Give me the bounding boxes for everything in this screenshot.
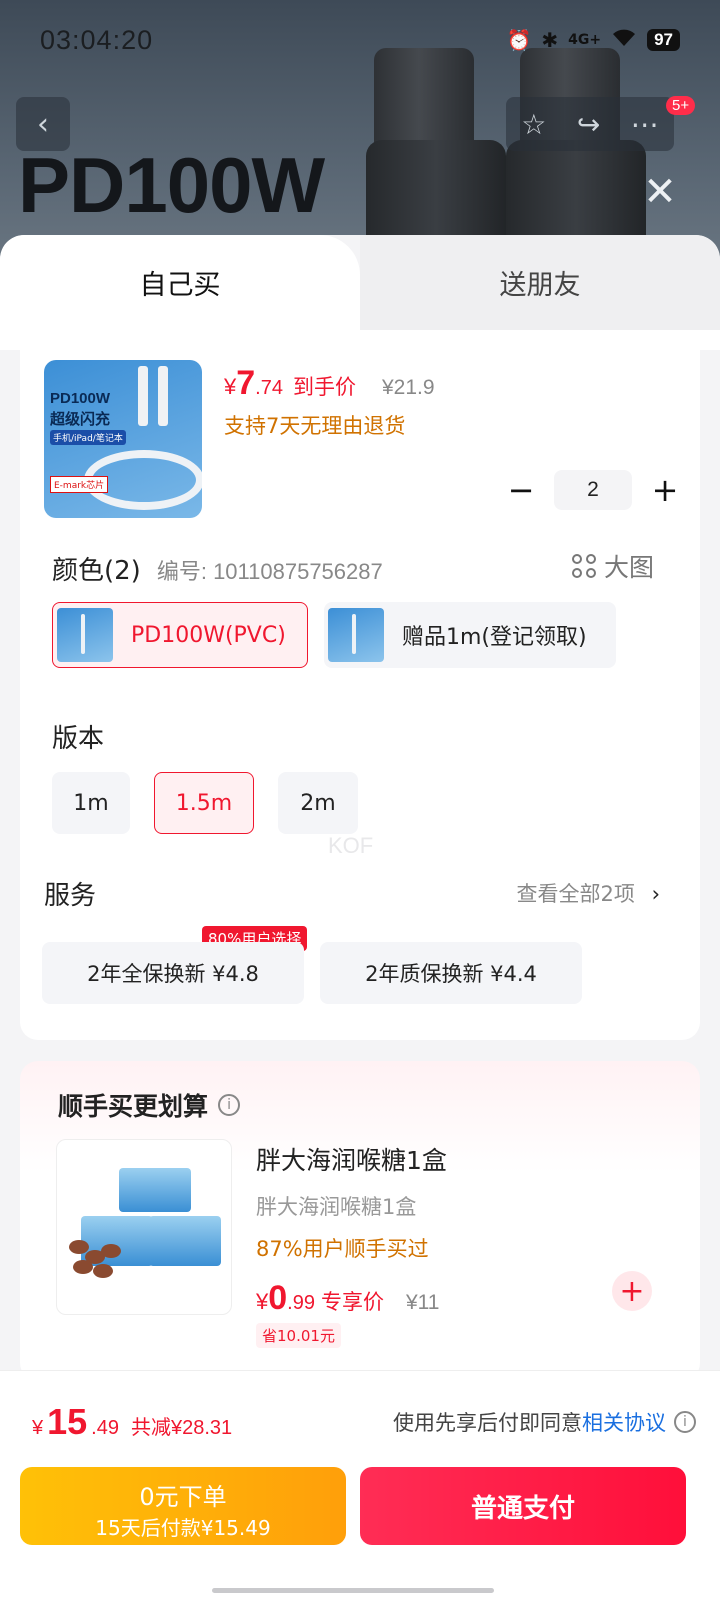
plus-icon: + [619,1273,645,1309]
sku-card: PD100W 超级闪充 手机/iPad/笔记本 E-mark芯片 ¥7.74 到… [20,330,700,1040]
pay-now-button[interactable]: 普通支付 [360,1467,686,1545]
service-title: 服务 [44,881,97,911]
version-option-2m[interactable]: 2m [278,772,358,834]
bundle-title: 顺手买更划算 i [58,1087,241,1123]
bundle-price: 0 [268,1279,288,1317]
service-view-all[interactable]: 查看全部2项 › [517,878,660,908]
option-label: PD100W(PVC) [131,622,286,648]
chevron-left-icon: ‹ [37,106,49,142]
wifi-icon [611,28,637,53]
color-header: 颜色(2) 编号: 10110875756287 [52,550,383,587]
bundle-card: 顺手买更划算 i 胖大海润喉糖1盒 胖大海润喉糖1盒 87%用户顺手买过 ¥0.… [20,1061,700,1381]
final-price-label: 到手价 [292,376,356,399]
favorite-star-icon[interactable]: ☆ [521,108,546,141]
option-thumbnail [328,608,384,662]
quantity-stepper: − 2 + [506,470,680,510]
info-icon[interactable]: i [218,1094,241,1116]
bluetooth-icon: ✱ [541,28,559,52]
decrement-button[interactable]: − [506,471,536,509]
purchase-tabs: 自己买 送朋友 [0,235,720,330]
payment-bar: ¥ 15 .49 共减¥28.31 使用先享后付即同意 相关协议 i 0元下单 1… [0,1370,720,1600]
status-time: 03:04:20 [40,24,154,55]
bundle-original-price: ¥11 [405,1291,440,1314]
product-thumbnail[interactable]: PD100W 超级闪充 手机/iPad/笔记本 E-mark芯片 [44,360,202,518]
thumb-title: PD100W [50,390,111,407]
bundle-saving: 省10.01元 [256,1323,341,1348]
return-policy: 支持7天无理由退货 [224,414,406,438]
price-line: ¥7.74 到手价 ¥21.9 [224,364,435,402]
version-option-1-5m[interactable]: 1.5m [154,772,254,834]
option-thumbnail [57,608,113,662]
bundle-price-line: ¥0.99 专享价 ¥11 [256,1279,440,1317]
battery-icon: 97 [647,29,680,51]
share-icon[interactable]: ↪ [577,108,600,141]
option-label: 赠品1m(登记领取) [402,625,587,650]
bundle-price-label: 专享价 [320,1291,384,1314]
watermark: KOF [328,833,374,858]
color-option-gift[interactable]: 赠品1m(登记领取) [324,602,616,668]
total-price: ¥ 15 .49 共减¥28.31 [32,1401,233,1442]
chevron-right-icon: › [651,882,660,906]
grid-icon [571,554,596,578]
back-button[interactable]: ‹ [16,97,70,151]
tab-gift-friend[interactable]: 送朋友 [360,235,720,330]
banner-title: PD100W [18,141,325,229]
service-option-full-warranty[interactable]: 2年全保换新 ¥4.8 [42,942,304,1004]
pay-later-button[interactable]: 0元下单 15天后付款¥15.49 [20,1467,346,1545]
color-option-pd100w[interactable]: PD100W(PVC) [52,602,308,668]
close-icon[interactable]: ✕ [640,172,680,212]
info-icon[interactable]: i [674,1411,696,1433]
bundle-subtitle: 胖大海润喉糖1盒 [256,1195,417,1219]
thumb-emark: E-mark芯片 [50,476,109,493]
notification-badge: 5+ [666,96,696,115]
original-price: ¥21.9 [381,376,435,399]
agreement-text: 使用先享后付即同意 相关协议 i [393,1407,696,1437]
top-actions: ☆ ↪ ⋯ [506,97,674,151]
tab-buy-self[interactable]: 自己买 [0,235,360,330]
total-saving: 共减¥28.31 [130,1417,233,1439]
thumb-tag: 手机/iPad/笔记本 [50,430,126,445]
version-option-1m[interactable]: 1m [52,772,130,834]
bundle-popularity: 87%用户顺手买过 [256,1237,429,1261]
status-bar: 03:04:20 ⏰ ✱ 4G+ 97 [40,22,680,58]
thumb-subtitle: 超级闪充 [50,410,111,428]
increment-button[interactable]: + [650,471,680,509]
alarm-icon: ⏰ [506,28,532,52]
more-icon[interactable]: ⋯ [631,108,659,141]
version-title: 版本 [52,724,105,754]
product-serial: 编号: 10110875756287 [156,559,383,584]
home-indicator[interactable] [212,1588,494,1593]
big-image-button[interactable]: 大图 [571,548,654,584]
bundle-thumbnail[interactable] [56,1139,232,1315]
quantity-input[interactable]: 2 [554,470,632,510]
service-option-quality-warranty[interactable]: 2年质保换新 ¥4.4 [320,942,582,1004]
signal-icon: 4G+ [568,32,602,48]
bundle-name: 胖大海润喉糖1盒 [256,1146,447,1175]
status-icons: ⏰ ✱ 4G+ 97 [506,28,680,53]
add-bundle-button[interactable]: + [612,1271,652,1311]
color-title: 颜色(2) [52,556,141,586]
final-price: 7 [236,364,256,402]
agreement-link[interactable]: 相关协议 [582,1407,666,1437]
big-image-label: 大图 [603,553,654,582]
